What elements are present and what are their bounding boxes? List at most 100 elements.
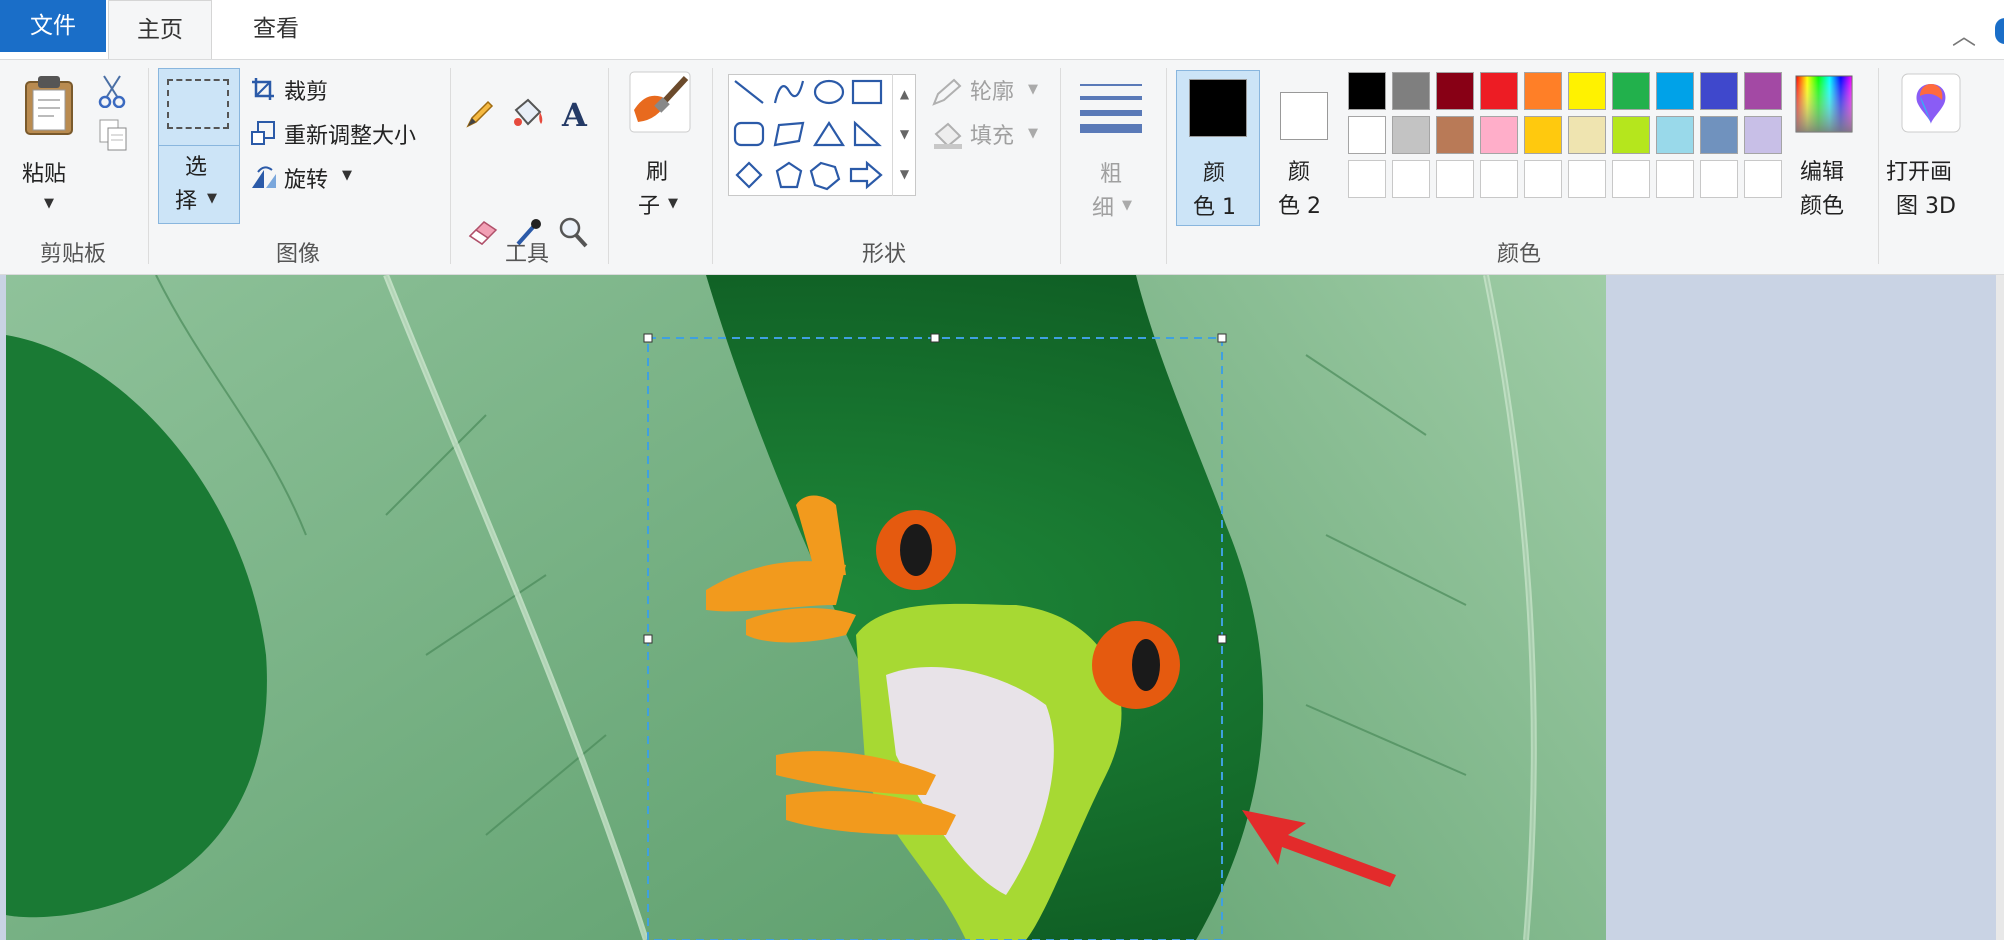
rectangle-shape-icon[interactable] (851, 79, 883, 105)
size-label-line2: 细 (1092, 196, 1115, 221)
color-1-label-line2: 色 1 (1193, 195, 1236, 220)
arrow-shape-icon[interactable] (849, 160, 883, 190)
vertical-scrollbar[interactable] (1996, 275, 2004, 940)
color-swatch[interactable] (1392, 116, 1430, 154)
pentagon-shape-icon[interactable] (775, 161, 803, 189)
resize-label: 重新调整大小 (284, 124, 417, 149)
color-2-swatch (1280, 92, 1328, 140)
color-swatch[interactable] (1700, 116, 1738, 154)
svg-text:A: A (561, 96, 588, 130)
shape-gallery[interactable] (728, 74, 916, 196)
color-swatch[interactable] (1392, 72, 1430, 110)
right-triangle-shape-icon[interactable] (853, 120, 882, 147)
color-swatch[interactable] (1480, 160, 1518, 198)
rotate-dropdown-arrow[interactable]: ▼ (342, 168, 352, 183)
color-swatch[interactable] (1392, 160, 1430, 198)
color-swatch[interactable] (1348, 72, 1386, 110)
color-swatch[interactable] (1480, 116, 1518, 154)
scroll-down-icon[interactable]: ▼ (893, 114, 916, 154)
size-button[interactable]: 粗 细 ▼ (1072, 70, 1152, 221)
color-swatch[interactable] (1480, 72, 1518, 110)
oval-shape-icon[interactable] (813, 79, 845, 105)
image-canvas[interactable] (6, 275, 1606, 940)
paste-dropdown-arrow[interactable]: ▼ (44, 196, 54, 211)
divider (1878, 68, 1879, 264)
color-1-label-line1: 颜 (1203, 161, 1226, 186)
tab-view[interactable]: 查看 (226, 0, 326, 60)
fill-bucket-icon[interactable] (510, 96, 546, 130)
cut-icon[interactable] (98, 74, 126, 108)
color-swatch[interactable] (1744, 160, 1782, 198)
color-swatch[interactable] (1436, 116, 1474, 154)
color-1-button[interactable]: 颜 色 1 (1176, 70, 1260, 226)
color-swatch[interactable] (1436, 72, 1474, 110)
selection-handle[interactable] (643, 634, 653, 644)
colors-group-label: 颜色 (1496, 242, 1541, 267)
selection-handle[interactable] (1217, 333, 1227, 343)
curve-shape-icon[interactable] (773, 80, 805, 104)
workspace (0, 275, 2004, 940)
color-swatch[interactable] (1348, 116, 1386, 154)
color-swatch[interactable] (1744, 72, 1782, 110)
color-swatch[interactable] (1656, 72, 1694, 110)
color-swatch[interactable] (1744, 116, 1782, 154)
color-swatch[interactable] (1568, 72, 1606, 110)
select-button[interactable]: 选 择 ▼ (158, 68, 240, 224)
open-paint-3d-button[interactable]: 打开画 图 3D (1886, 70, 1990, 226)
collapse-ribbon-icon[interactable]: ︿ (1952, 16, 1976, 51)
color-swatch[interactable] (1568, 160, 1606, 198)
color-2-label-line1: 颜 (1288, 160, 1311, 185)
color-swatch[interactable] (1524, 72, 1562, 110)
selection-handle[interactable] (1217, 634, 1227, 644)
color-swatch[interactable] (1568, 116, 1606, 154)
size-dropdown-arrow[interactable]: ▼ (1122, 198, 1132, 213)
color-swatch[interactable] (1436, 160, 1474, 198)
color-swatch[interactable] (1656, 160, 1694, 198)
shape-gallery-icons (733, 79, 883, 191)
rotate-icon (252, 166, 276, 188)
color-swatch[interactable] (1612, 160, 1650, 198)
polygon-shape-icon[interactable] (773, 121, 805, 147)
brushes-button[interactable]: 刷 子 ▼ (620, 70, 696, 220)
hexagon-shape-icon[interactable] (809, 161, 841, 191)
selection-handle[interactable] (643, 333, 653, 343)
outline-label: 轮廓 (970, 80, 1015, 105)
gallery-expand-icon[interactable]: ▼ (893, 154, 916, 194)
paste-button[interactable]: 粘贴 ▼ (14, 68, 84, 218)
text-tool-icon[interactable]: A (560, 96, 590, 130)
line-shape-icon[interactable] (734, 80, 764, 104)
triangle-shape-icon[interactable] (812, 120, 846, 147)
select-icon (167, 79, 229, 129)
color-swatch[interactable] (1656, 116, 1694, 154)
brushes-label-line2: 子 (638, 194, 661, 219)
brushes-dropdown-arrow[interactable]: ▼ (668, 196, 678, 211)
rounded-rectangle-shape-icon[interactable] (733, 121, 765, 147)
tab-file[interactable]: 文件 (0, 0, 106, 52)
copy-icon[interactable] (98, 118, 128, 152)
open-paint-3d-label-line1: 打开画 (1886, 160, 1953, 185)
selection-handle[interactable] (930, 333, 940, 343)
color-2-button[interactable]: 颜 色 2 (1264, 70, 1340, 226)
help-icon[interactable] (1995, 18, 2004, 44)
select-dropdown-arrow[interactable]: ▼ (207, 191, 217, 206)
edit-colors-button[interactable]: 编辑 颜色 (1786, 70, 1862, 226)
color-swatch[interactable] (1700, 72, 1738, 110)
scroll-up-icon[interactable]: ▲ (893, 74, 916, 114)
color-swatch[interactable] (1612, 116, 1650, 154)
clipboard-icon (25, 76, 73, 135)
tab-home[interactable]: 主页 (108, 0, 212, 60)
color-swatch[interactable] (1348, 160, 1386, 198)
shapes-group-label: 形状 (861, 242, 906, 267)
line-size-icon (1080, 84, 1142, 133)
color-swatch[interactable] (1524, 116, 1562, 154)
color-swatch[interactable] (1524, 160, 1562, 198)
color-2-label-line2: 色 2 (1278, 194, 1321, 219)
pencil-icon[interactable] (464, 98, 496, 130)
fill-dropdown-arrow[interactable]: ▼ (1028, 126, 1038, 141)
outline-dropdown-arrow[interactable]: ▼ (1028, 82, 1038, 97)
color-swatch[interactable] (1612, 72, 1650, 110)
shape-gallery-scrollbar[interactable]: ▲ ▼ ▼ (892, 74, 916, 196)
divider (608, 68, 609, 264)
diamond-shape-icon[interactable] (735, 161, 763, 189)
color-swatch[interactable] (1700, 160, 1738, 198)
